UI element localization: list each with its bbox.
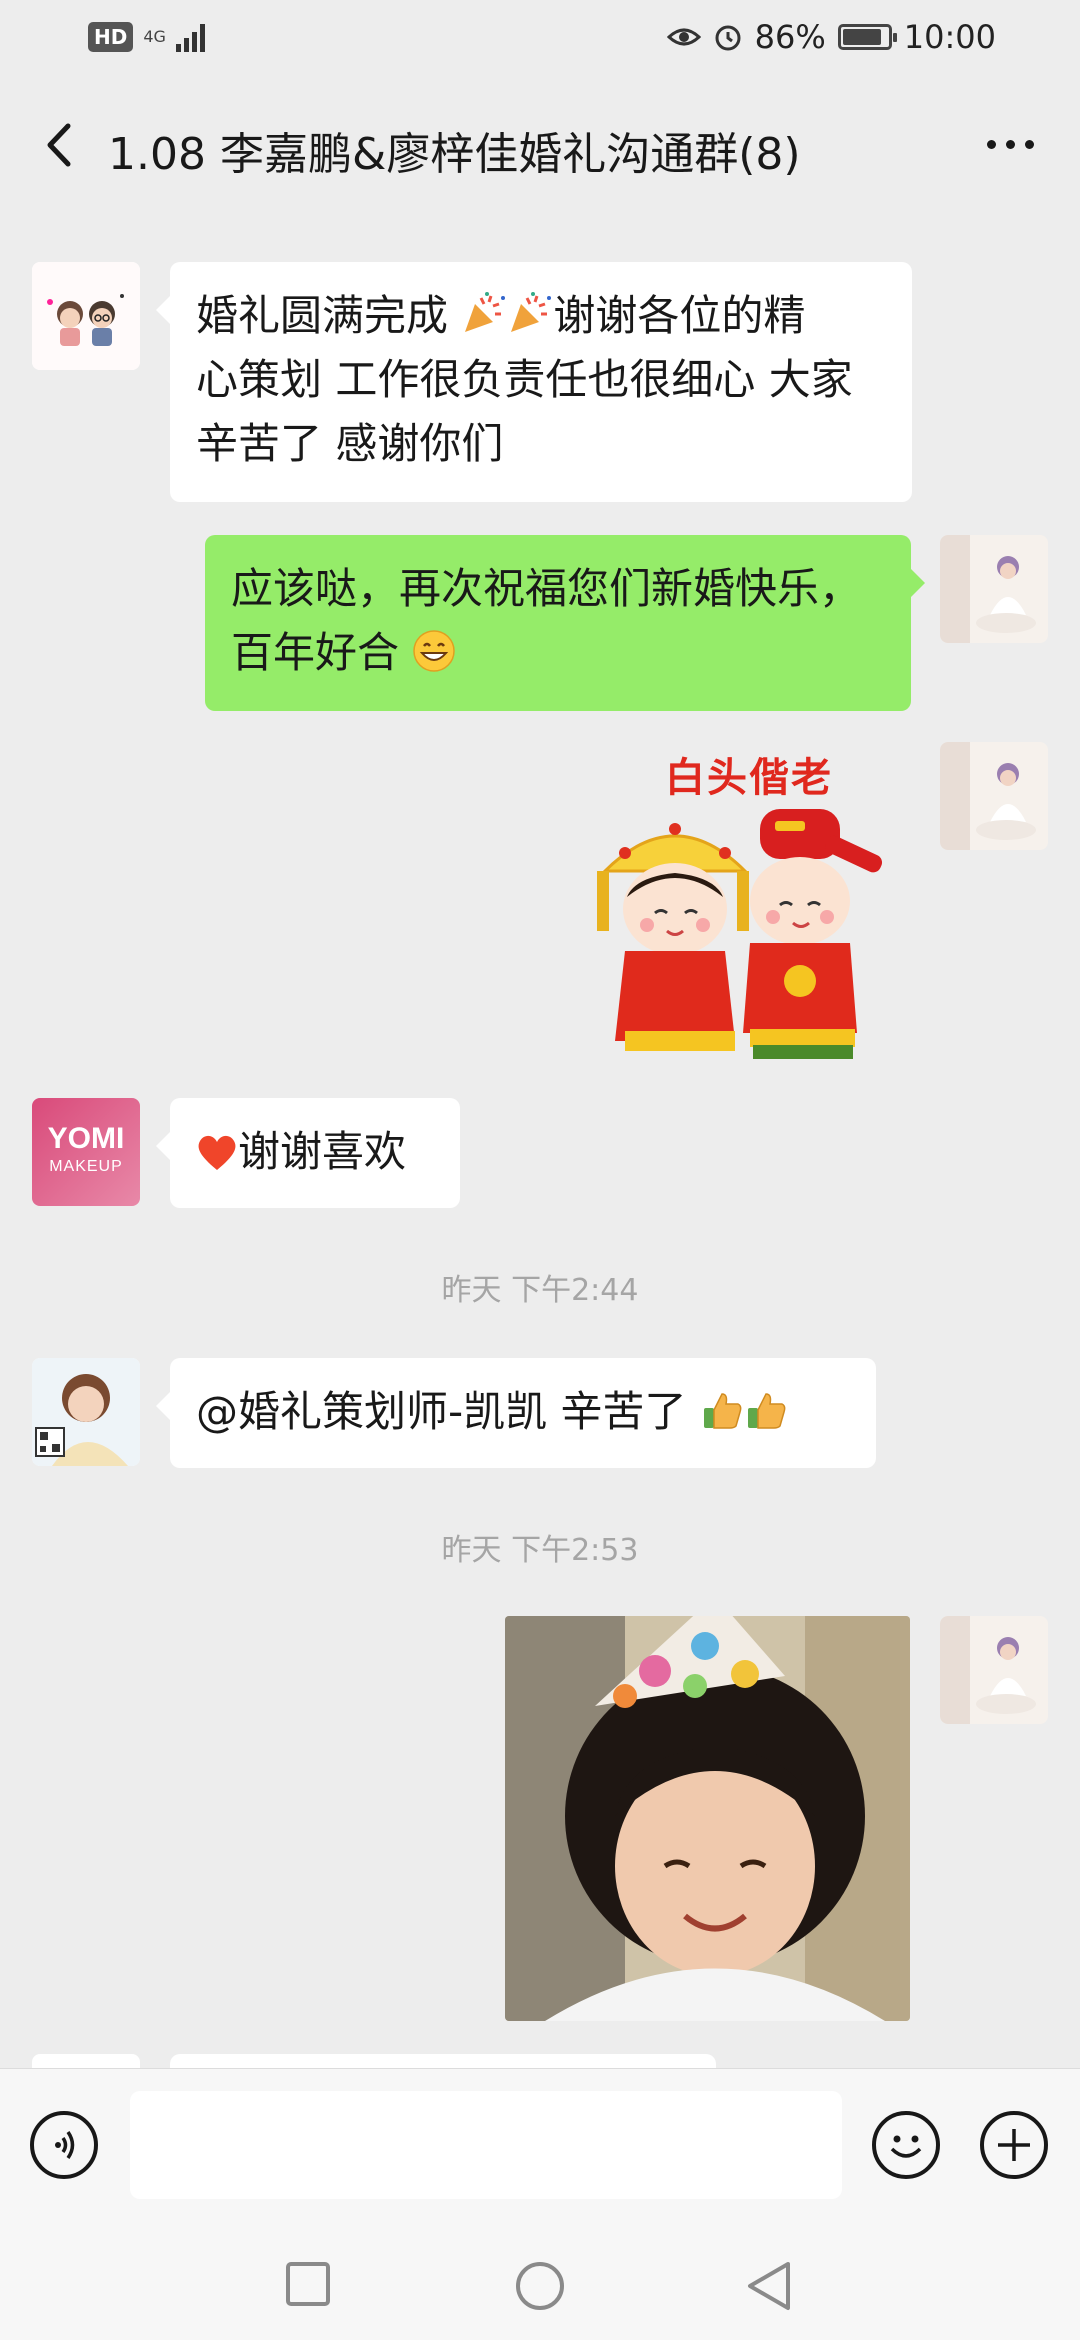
status-left: HD 4G bbox=[88, 22, 205, 52]
chat-header: 1.08 李嘉鹏&廖梓佳婚礼沟通群(8) bbox=[0, 80, 1080, 210]
more-dots-icon[interactable] bbox=[987, 140, 1034, 149]
message-line: 辛苦了 感谢你们 bbox=[196, 419, 504, 468]
circle-icon[interactable] bbox=[514, 2260, 566, 2312]
message-bubble[interactable]: @婚礼策划师-凯凯 辛苦了 bbox=[156, 1358, 876, 1468]
chevron-left-icon[interactable] bbox=[36, 120, 86, 170]
self-avatar-image bbox=[940, 535, 1048, 643]
plus-icon[interactable] bbox=[980, 2111, 1048, 2179]
clock: 10:00 bbox=[903, 18, 996, 56]
status-bar: HD 4G 86% 10:00 bbox=[0, 0, 1080, 80]
image-message[interactable] bbox=[505, 1616, 910, 2021]
alarm-icon bbox=[715, 25, 741, 51]
avatar-text: MAKEUP bbox=[49, 1158, 123, 1175]
girl-party-hat-photo bbox=[505, 1616, 910, 2021]
triangle-back-icon[interactable] bbox=[744, 2258, 794, 2314]
message-bubble[interactable]: 婚礼圆满完成 谢谢各位的精 心策划 工作很负责任也很细心 大家 辛苦了 感谢你们 bbox=[156, 262, 912, 502]
thumbs-up-icon bbox=[703, 1393, 742, 1429]
wedding-couple-sticker-image bbox=[597, 809, 883, 1059]
self-avatar-image bbox=[940, 1616, 1048, 1724]
network-type: 4G bbox=[143, 27, 166, 46]
battery-percent: 86% bbox=[754, 18, 826, 56]
message-line: 婚礼圆满完成 谢谢各位的精 bbox=[196, 291, 806, 340]
message-bubble[interactable]: 谢谢喜欢 bbox=[156, 1098, 460, 1208]
couple-avatar-image bbox=[32, 262, 140, 370]
input-bar bbox=[0, 2068, 1080, 2223]
message-line: 应该哒，再次祝福您们新婚快乐， bbox=[231, 564, 862, 613]
self-avatar[interactable] bbox=[940, 1616, 1048, 1724]
grin-emoji-icon bbox=[413, 630, 456, 672]
thumbs-up-icon bbox=[747, 1393, 786, 1429]
timestamp: 昨天 下午2:53 bbox=[441, 1533, 639, 1568]
status-right: 86% 10:00 bbox=[666, 18, 996, 56]
message-bubble-self[interactable]: 应该哒，再次祝福您们新婚快乐， 百年好合 bbox=[205, 535, 925, 711]
emoji-icon[interactable] bbox=[872, 2111, 940, 2179]
voice-icon[interactable] bbox=[30, 2111, 98, 2179]
timestamp: 昨天 下午2:44 bbox=[441, 1273, 639, 1308]
square-icon[interactable] bbox=[284, 2260, 332, 2308]
sticker-caption: 白头偕老 bbox=[665, 755, 833, 801]
party-popper-icon bbox=[511, 292, 552, 332]
hd-badge: HD bbox=[88, 22, 134, 52]
message-input[interactable] bbox=[130, 2091, 842, 2199]
party-popper-icon bbox=[465, 292, 506, 332]
yomi-makeup-avatar[interactable]: YOMI MAKEUP bbox=[32, 1098, 140, 1206]
heart-icon bbox=[198, 1135, 236, 1170]
signal-icon bbox=[175, 22, 205, 52]
self-avatar[interactable] bbox=[940, 535, 1048, 643]
message-line: 百年好合 bbox=[231, 621, 885, 685]
message-line: 谢谢喜欢 bbox=[196, 1120, 434, 1184]
avatar[interactable] bbox=[32, 1358, 140, 1466]
chat-title[interactable]: 1.08 李嘉鹏&廖梓佳婚礼沟通群(8) bbox=[108, 118, 801, 182]
avatar[interactable] bbox=[32, 262, 140, 370]
message-bubble-partial bbox=[170, 2054, 716, 2068]
avatar-partial bbox=[32, 2054, 140, 2068]
eye-comfort-icon bbox=[666, 28, 701, 46]
avatar-text: YOMI bbox=[47, 1122, 125, 1155]
system-nav-bar bbox=[0, 2222, 1080, 2340]
battery-icon bbox=[837, 24, 897, 50]
message-line: @婚礼策划师-凯凯 辛苦了 bbox=[196, 1380, 850, 1444]
message-line: 心策划 工作很负责任也很细心 大家 bbox=[196, 355, 853, 404]
self-avatar[interactable] bbox=[940, 742, 1048, 850]
self-avatar-image bbox=[940, 742, 1048, 850]
sticker[interactable]: 白头偕老 bbox=[585, 745, 915, 1065]
cartoon-avatar-image bbox=[32, 1358, 140, 1466]
